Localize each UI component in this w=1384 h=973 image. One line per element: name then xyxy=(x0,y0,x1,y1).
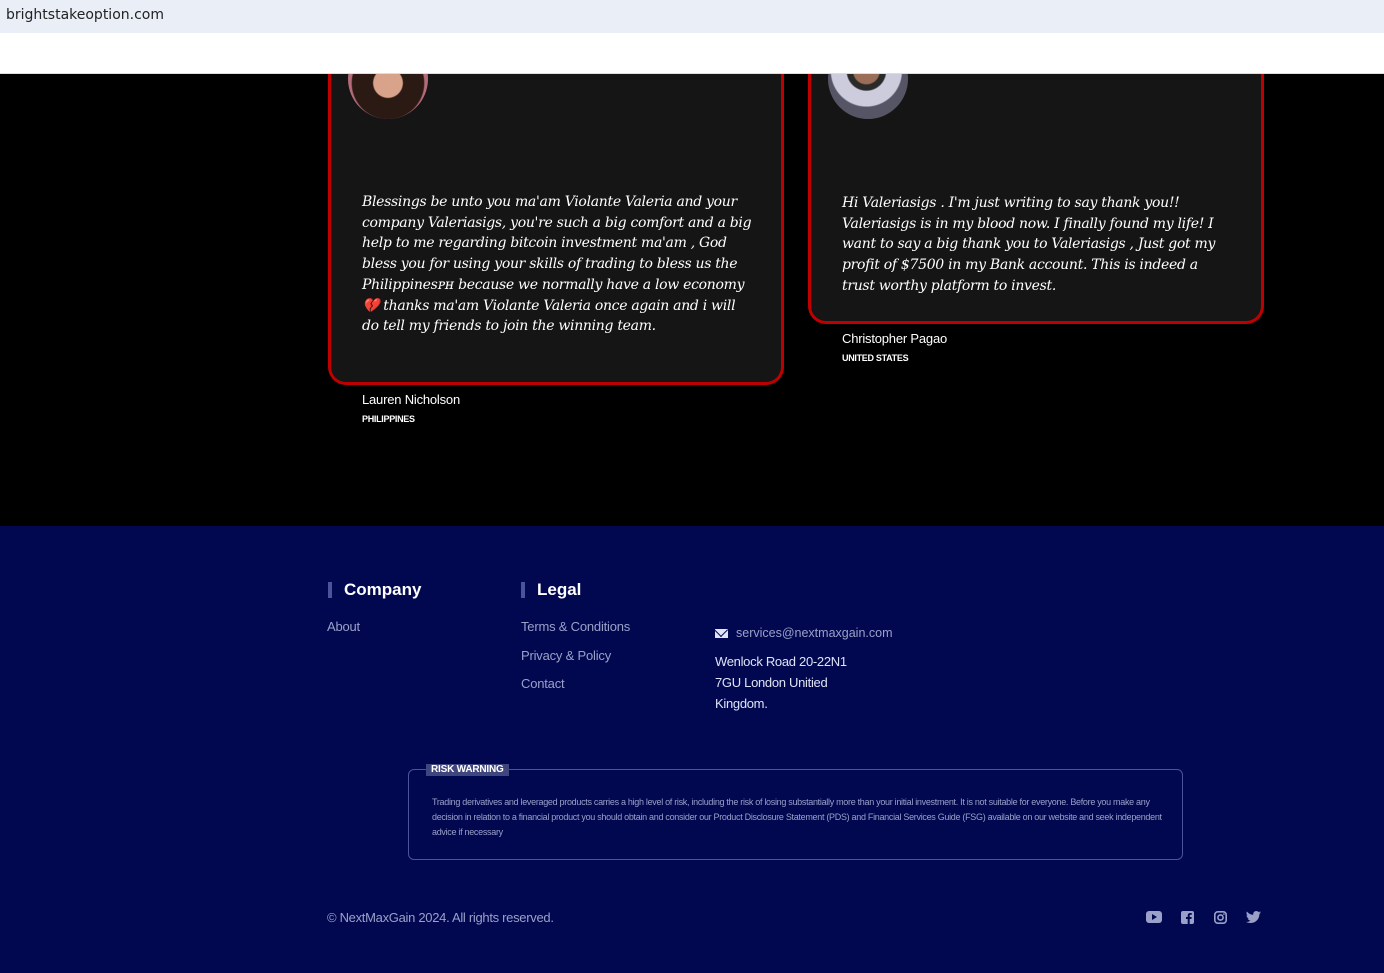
address-line: Wenlock Road 20-22N1 xyxy=(715,654,847,669)
contact-link[interactable]: Contact xyxy=(521,676,565,691)
legal-heading: Legal xyxy=(521,581,581,598)
risk-warning-text: Trading derivatives and leveraged produc… xyxy=(432,797,1162,837)
terms-link[interactable]: Terms & Conditions xyxy=(521,619,630,634)
url-text[interactable]: brightstakeoption.com xyxy=(6,7,164,23)
privacy-link[interactable]: Privacy & Policy xyxy=(521,648,611,663)
avatar xyxy=(828,74,908,119)
testimonials-section: Blessings be unto you ma'am Violante Val… xyxy=(0,74,1384,526)
twitter-icon[interactable] xyxy=(1245,910,1261,924)
instagram-icon[interactable] xyxy=(1212,910,1228,924)
envelope-icon xyxy=(715,628,728,638)
facebook-icon[interactable] xyxy=(1179,910,1195,924)
testimonial-author: Christopher Pagao xyxy=(842,331,947,346)
email-text[interactable]: services@nextmaxgain.com xyxy=(736,626,893,640)
browser-address-bar[interactable]: brightstakeoption.com xyxy=(0,0,1384,33)
social-links xyxy=(1146,910,1261,924)
avatar xyxy=(348,74,428,119)
site-header xyxy=(0,33,1384,74)
youtube-icon[interactable] xyxy=(1146,910,1162,924)
about-link[interactable]: About xyxy=(327,619,360,634)
copyright-text: © NextMaxGain 2024. All rights reserved. xyxy=(327,910,554,925)
address-line: 7GU London Unitied xyxy=(715,675,828,690)
contact-email[interactable]: services@nextmaxgain.com xyxy=(715,626,893,640)
testimonial-card: Hi Valeriasigs . I'm just writing to say… xyxy=(808,74,1264,363)
testimonial-author: Lauren Nicholson xyxy=(362,392,460,407)
company-heading: Company xyxy=(328,581,421,598)
testimonial-country: UNITED STATES xyxy=(842,353,909,363)
address: Wenlock Road 20-22N1 7GU London Unitied … xyxy=(715,651,875,714)
site-footer: Company About Legal Terms & Conditions P… xyxy=(0,526,1384,973)
address-line: Kingdom. xyxy=(715,696,768,711)
testimonial-card: Blessings be unto you ma'am Violante Val… xyxy=(328,74,784,424)
testimonial-country: PHILIPPINES xyxy=(362,414,415,424)
risk-warning-box: RISK WARNING Trading derivatives and lev… xyxy=(408,764,1183,860)
testimonial-quote: Blessings be unto you ma'am Violante Val… xyxy=(362,194,752,335)
risk-warning-label: RISK WARNING xyxy=(426,764,509,776)
testimonial-quote: Hi Valeriasigs . I'm just writing to say… xyxy=(842,195,1216,294)
